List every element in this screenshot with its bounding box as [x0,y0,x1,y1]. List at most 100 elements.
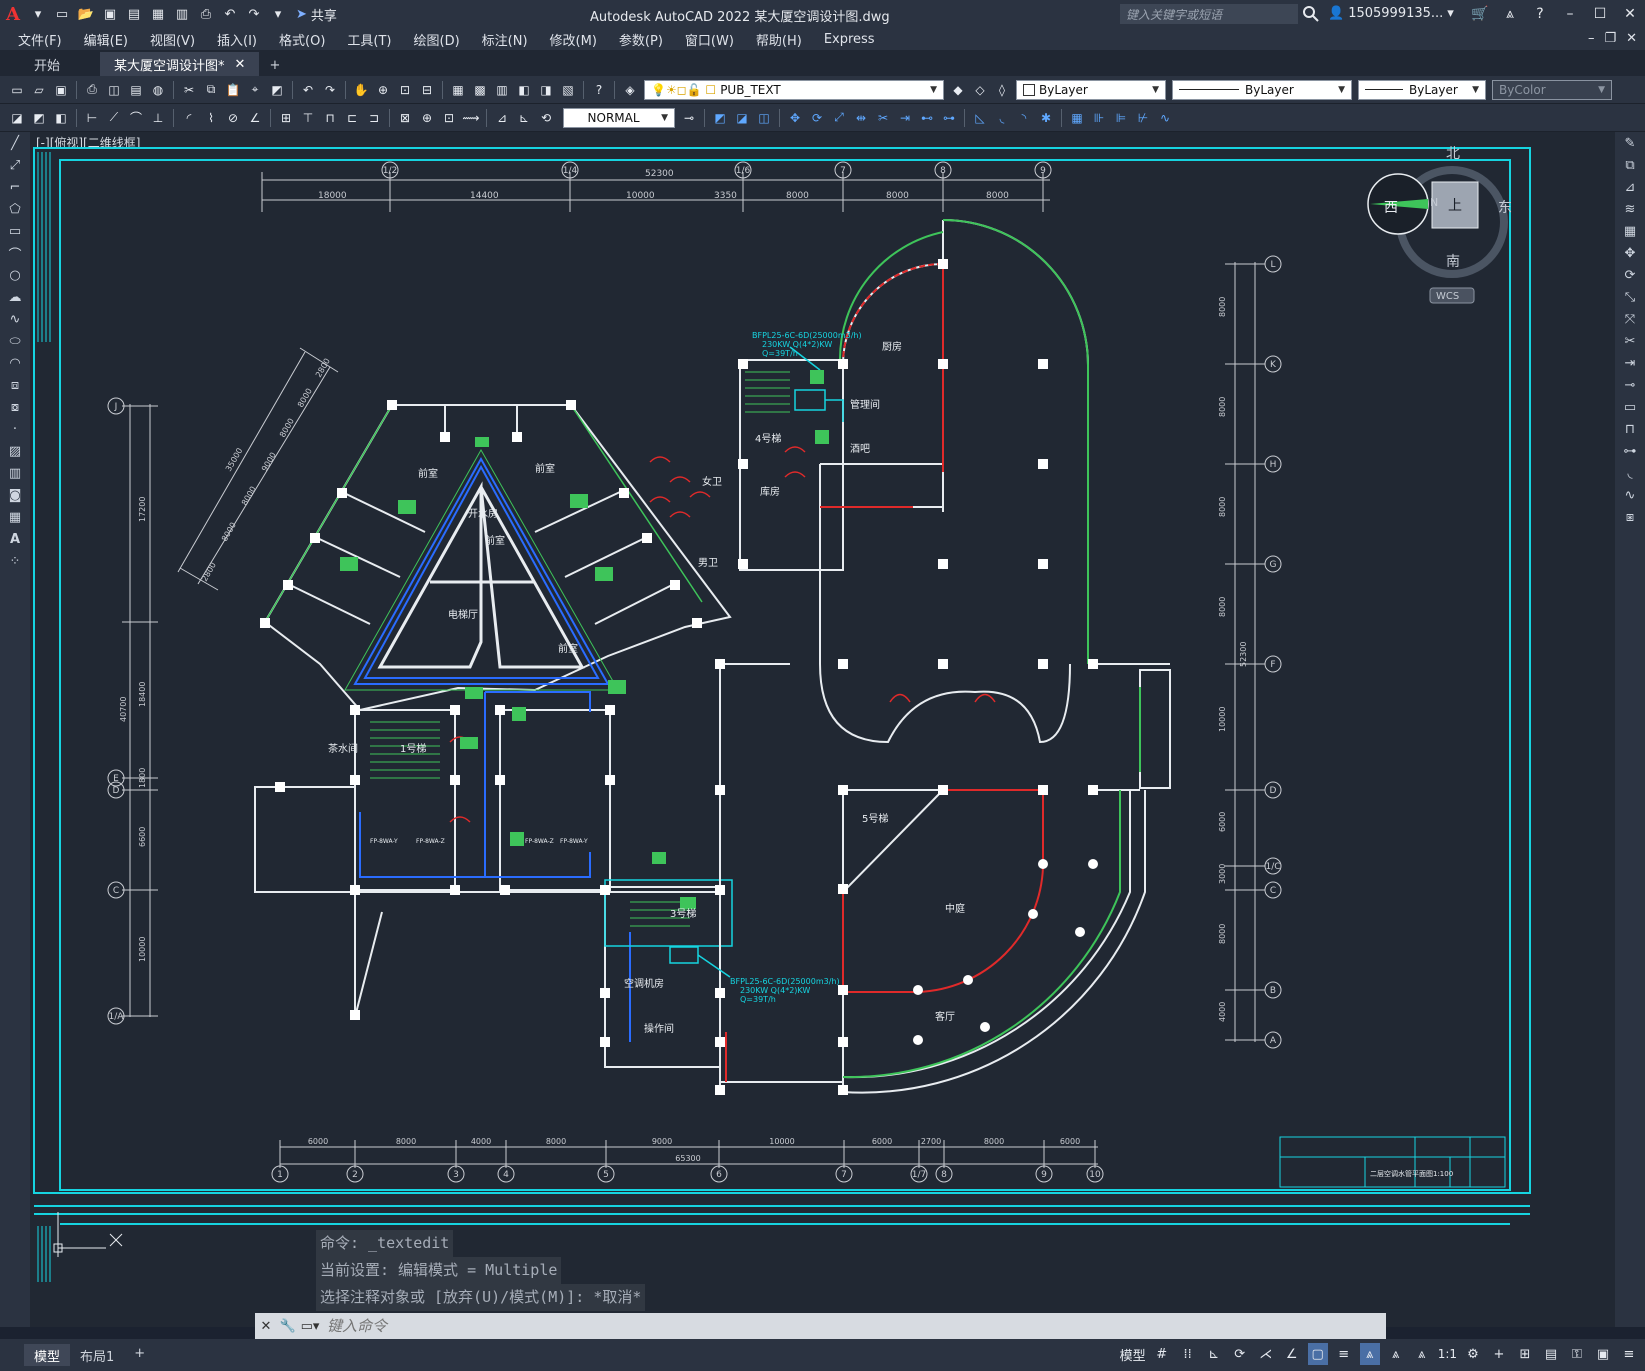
gradient-icon[interactable]: ▥ [4,463,26,484]
scale-icon[interactable]: ⤡ [1619,287,1641,308]
command-input[interactable] [321,1317,1386,1335]
close-command-icon[interactable]: ✕ [255,1315,277,1337]
quick-dim-icon[interactable]: ⊞ [277,109,295,127]
layout-tab-1[interactable]: 布局1 [70,1344,124,1366]
menu-tools[interactable]: 工具(T) [347,30,391,49]
plot-icon[interactable]: ▥ [172,4,192,24]
offset-icon[interactable]: ≋ [1619,199,1641,220]
layer-icon[interactable]: ◧ [52,109,70,127]
plotstyle-dropdown[interactable]: ByColor ▼ [1492,79,1612,100]
grid-icon[interactable]: # [1152,1343,1172,1365]
jog-line-icon[interactable]: ⟿ [462,109,480,127]
print-icon[interactable]: ⎙ [196,4,216,24]
lengthen-icon[interactable]: ⊫ [1112,109,1130,127]
preview-icon[interactable]: ◫ [105,81,123,99]
make-current-icon[interactable]: ◆ [949,81,967,99]
drawing-canvas[interactable]: [-][俯视][二维线框] 52300 18000 14400 10000 33… [30,132,1615,1327]
trim-icon[interactable]: ✂ [874,109,892,127]
menu-window[interactable]: 窗口(W) [685,30,734,49]
rotate-icon[interactable]: ⟳ [1619,265,1641,286]
hatch-icon[interactable]: ▨ [4,441,26,462]
open-icon[interactable]: ▱ [30,81,48,99]
edit-icon[interactable]: ◩ [30,109,48,127]
new-icon[interactable]: ▭ [8,81,26,99]
zoom-previous-icon[interactable]: ⊟ [418,81,436,99]
doc-minimize-button[interactable]: – [1588,31,1595,46]
maximize-button[interactable]: ☐ [1585,0,1615,28]
paste-icon[interactable]: 📋 [224,81,242,99]
help-icon[interactable]: ? [590,81,608,99]
revcloud-icon[interactable]: ☁ [4,287,26,308]
autodesk-a360-icon[interactable]: ⩓ [1495,0,1525,28]
web-icon[interactable]: ◍ [149,81,167,99]
break-at-point-icon[interactable]: ⊸ [1619,375,1641,396]
dim-style-icon[interactable]: ⊸ [680,109,698,127]
arc-icon[interactable]: ⌒ [4,243,26,264]
save-as-icon[interactable]: ▤ [124,4,144,24]
dim-text-edit-icon[interactable]: ⊾ [515,109,533,127]
region-icon[interactable]: ◙ [4,485,26,506]
redo-icon[interactable]: ↷ [244,4,264,24]
polar-icon[interactable]: ⟳ [1230,1343,1250,1365]
join-icon[interactable]: ⊓ [1619,419,1641,440]
blend-curves-icon[interactable]: ∿ [1619,485,1641,506]
osnap-tracking-icon[interactable]: ∠ [1282,1343,1302,1365]
text-style-dropdown[interactable]: NORMAL ▼ [563,107,675,128]
mirror-icon[interactable]: ◪ [733,109,751,127]
rotate-icon[interactable]: ⟳ [808,109,826,127]
chamfer-icon[interactable]: ◺ [971,109,989,127]
layer-state-icon[interactable]: ◊ [993,81,1011,99]
cut-icon[interactable]: ✂ [180,81,198,99]
calculator-icon[interactable]: ▧ [559,81,577,99]
auto-scale-icon[interactable]: ⩓ [1386,1343,1406,1365]
menu-parametric[interactable]: 参数(P) [619,30,663,49]
dim-continue-icon[interactable]: ⊓ [321,109,339,127]
erase-icon[interactable]: ✎ [1619,133,1641,154]
menu-modify[interactable]: 修改(M) [550,30,597,49]
align-icon[interactable]: ⊪ [1090,109,1108,127]
share-button[interactable]: ➤ 共享 [296,5,337,24]
spline-icon[interactable]: ∿ [4,309,26,330]
layer-properties-icon[interactable]: ◈ [621,81,639,99]
join-icon[interactable]: ⊶ [940,109,958,127]
dim-angular-icon[interactable]: ∠ [246,109,264,127]
annotation-scale-icon[interactable]: ⩓ [1412,1343,1432,1365]
osnap-icon[interactable]: ▢ [1307,1343,1328,1365]
snap-icon[interactable]: ⁞⁞ [1178,1343,1198,1365]
open-file-icon[interactable]: 📂 [76,4,96,24]
add-layout-button[interactable]: + [124,1344,155,1366]
properties-icon[interactable]: ▦ [449,81,467,99]
tolerance-icon[interactable]: ⊠ [396,109,414,127]
pan-icon[interactable]: ✋ [352,81,370,99]
customize-wrench-icon[interactable]: 🔧 [277,1315,299,1337]
customization-menu-icon[interactable]: ≡ [1619,1343,1639,1365]
recent-commands-icon[interactable]: ▭▾ [299,1315,321,1337]
extend-icon[interactable]: ⇥ [896,109,914,127]
explode-icon[interactable]: ✱ [1037,109,1055,127]
array-icon[interactable]: ▦ [1619,221,1641,242]
dim-aligned-icon[interactable]: ⟋ [105,109,123,127]
ortho-icon[interactable]: ⊾ [1204,1343,1224,1365]
tab-close-icon[interactable]: ✕ [235,57,246,72]
close-button[interactable]: ✕ [1615,0,1645,28]
move-icon[interactable]: ✥ [1619,243,1641,264]
publish-icon[interactable]: ▦ [148,4,168,24]
polyline-icon[interactable]: ⌐ [4,177,26,198]
sheet-set-icon[interactable]: ◧ [515,81,533,99]
annotation-scale-value[interactable]: 1:1 [1438,1347,1457,1361]
explode-icon[interactable]: ⧆ [1619,507,1641,528]
undo-icon[interactable]: ↶ [220,4,240,24]
line-icon[interactable]: ╱ [4,133,26,154]
stretch-icon[interactable]: ⤧ [1619,309,1641,330]
menu-file[interactable]: 文件(F) [18,30,62,49]
menu-express[interactable]: Express [824,32,875,47]
dim-break-icon[interactable]: ⊐ [365,109,383,127]
circle-icon[interactable]: ○ [4,265,26,286]
center-mark-icon[interactable]: ⊕ [418,109,436,127]
block-editor-icon[interactable]: ◩ [268,81,286,99]
edit-polyline-icon[interactable]: ⊬ [1134,109,1152,127]
dim-update-icon[interactable]: ⟲ [537,109,555,127]
tool-palettes-icon[interactable]: ▥ [493,81,511,99]
print-icon[interactable]: ⎙ [83,81,101,99]
fillet-icon[interactable]: ◟ [993,109,1011,127]
